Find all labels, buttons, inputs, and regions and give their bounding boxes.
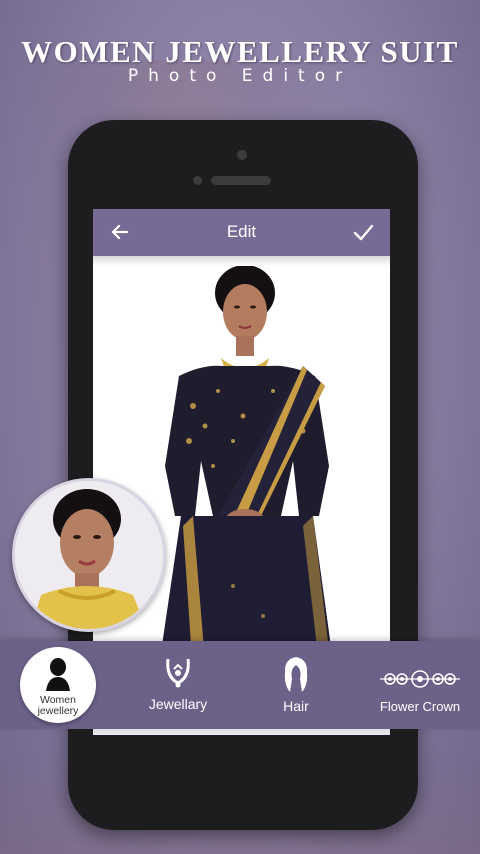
necklace-icon xyxy=(166,658,190,688)
woman-silhouette-icon xyxy=(46,658,70,691)
bottom-toolbar: Women jewellery Jewellary Hair Flower Cr… xyxy=(0,641,480,729)
app-title: Women Jewellery Suit xyxy=(21,34,459,69)
tool-jewellary-label: Jewellary xyxy=(148,696,208,712)
hair-icon xyxy=(284,657,308,692)
tool-women-jewellery-label: Women jewellery xyxy=(37,694,79,717)
phone-sensor xyxy=(193,176,202,185)
face-preview-image xyxy=(15,481,163,629)
tool-hair[interactable]: Hair xyxy=(256,641,336,729)
app-subtitle: Photo Editor xyxy=(127,66,353,86)
appbar-shadow xyxy=(93,256,390,266)
phone-camera xyxy=(237,150,247,160)
checkmark-icon[interactable] xyxy=(350,219,376,245)
tool-jewellary[interactable]: Jewellary xyxy=(138,641,218,729)
tool-flower-crown[interactable]: Flower Crown xyxy=(368,641,472,729)
flower-crown-icon xyxy=(380,670,460,688)
face-preview[interactable] xyxy=(12,478,166,632)
tool-flower-crown-label: Flower Crown xyxy=(379,699,461,714)
screen-bottom-edge xyxy=(93,729,390,735)
tool-women-jewellery[interactable]: Women jewellery xyxy=(20,647,96,723)
editor-title: Edit xyxy=(226,222,257,241)
tool-hair-label: Hair xyxy=(283,698,309,714)
editor-appbar: Edit xyxy=(93,209,390,256)
phone-speaker xyxy=(211,176,271,185)
